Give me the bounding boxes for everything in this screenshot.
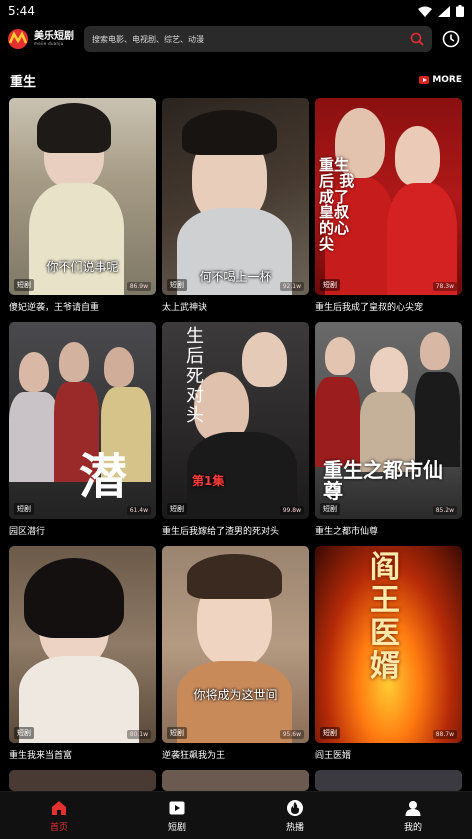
top-bar: 美乐短剧 meile duanju 搜索电影、电视剧、综艺、动漫	[0, 22, 472, 56]
poster-image	[162, 770, 309, 791]
nav-label: 首页	[49, 822, 68, 833]
play-count: 95.6w	[279, 730, 304, 739]
nav-label: 我的	[403, 822, 422, 833]
play-count: 86.9w	[126, 282, 151, 291]
category-badge: 短剧	[167, 727, 187, 739]
poster-image: 你不们说事呢 短剧 86.9w	[9, 98, 156, 295]
poster-subtitle: 你将成为这世间	[193, 688, 278, 702]
drama-card[interactable]: 重生后 我成了皇叔的心尖 短剧 78.3w 重生后我成了皇叔的心尖宠	[315, 98, 462, 313]
drama-card[interactable]: 潜 短剧 61.4w 园区潜行	[9, 322, 156, 537]
poster-title-art: 阎王医婿	[370, 550, 400, 684]
clock-icon	[442, 30, 460, 48]
nav-home[interactable]: 首页	[0, 792, 118, 839]
drama-card[interactable]: 短剧 80.1w 重生我来当首富	[9, 546, 156, 761]
drama-card-partial[interactable]	[162, 770, 309, 791]
poster-image: 重生之都市仙尊 短剧 85.2w	[315, 322, 462, 519]
poster-image: 你将成为这世间 短剧 95.6w	[162, 546, 309, 743]
nav-profile[interactable]: 我的	[354, 792, 472, 839]
bottom-nav: 首页 短剧 热播 我的	[0, 791, 472, 839]
category-badge: 短剧	[320, 279, 340, 291]
drama-card[interactable]: 你将成为这世间 短剧 95.6w 逆袭狂飙我为王	[162, 546, 309, 761]
poster-subtitle: 你不们说事呢	[46, 260, 119, 274]
drama-card[interactable]: 你不们说事呢 短剧 86.9w 傻妃逆袭，王爷请自重	[9, 98, 156, 313]
drama-card[interactable]: 生后 死对头 第1集 短剧 99.8w 重生后我嫁给了渣男的死对头	[162, 322, 309, 537]
card-title: 重生我来当首富	[9, 751, 73, 761]
poster-title-art: 生后 死对头	[186, 326, 204, 427]
wifi-icon	[418, 6, 432, 17]
play-icon	[419, 76, 430, 84]
poster-title-art: 潜	[79, 449, 128, 505]
play-count: 92.1w	[279, 282, 304, 291]
fire-icon	[287, 799, 303, 816]
card-title: 逆袭狂飙我为王	[162, 751, 226, 761]
signal-icon	[438, 5, 450, 17]
battery-icon	[456, 5, 464, 17]
search-placeholder: 搜索电影、电视剧、综艺、动漫	[92, 34, 204, 44]
play-count: 80.1w	[126, 730, 151, 739]
history-button[interactable]	[436, 24, 466, 54]
drama-card-partial[interactable]	[315, 770, 462, 791]
more-button[interactable]: MORE	[419, 75, 462, 85]
nav-label: 短剧	[167, 822, 186, 833]
category-badge: 短剧	[14, 503, 34, 515]
drama-card[interactable]: 阎王医婿 短剧 88.7w 阎王医婿	[315, 546, 462, 761]
drama-card[interactable]: 重生之都市仙尊 短剧 85.2w 重生之都市仙尊	[315, 322, 462, 537]
card-title: 阎王医婿	[315, 751, 352, 761]
poster-image: 生后 死对头 第1集 短剧 99.8w	[162, 322, 309, 519]
search-icon[interactable]	[410, 32, 424, 46]
drama-card-partial[interactable]	[9, 770, 156, 791]
section-title: 重生	[10, 74, 37, 90]
poster-image: 潜 短剧 61.4w	[9, 322, 156, 519]
search-bar[interactable]: 搜索电影、电视剧、综艺、动漫	[84, 26, 432, 52]
poster-image: 重生后 我成了皇叔的心尖 短剧 78.3w	[315, 98, 462, 295]
poster-image: 何不喝上一杯 短剧 92.1w	[162, 98, 309, 295]
category-badge: 短剧	[167, 503, 187, 515]
card-title: 傻妃逆袭，王爷请自重	[9, 303, 100, 313]
poster-subtitle: 第1集	[192, 474, 225, 488]
home-icon	[52, 800, 66, 815]
app-logo[interactable]: 美乐短剧 meile duanju	[6, 28, 80, 50]
play-count: 85.2w	[432, 506, 457, 515]
card-title: 太上武神诀	[162, 303, 208, 313]
poster-title-art: 重生后 我成了皇叔的心尖	[319, 156, 355, 253]
card-title: 重生后我嫁给了渣男的死对头	[162, 527, 280, 537]
category-badge: 短剧	[320, 727, 340, 739]
section-header: 重生 MORE	[0, 66, 472, 94]
status-icons	[418, 5, 464, 17]
category-badge: 短剧	[167, 279, 187, 291]
poster-image	[315, 770, 462, 791]
category-badge: 短剧	[14, 727, 34, 739]
play-count: 61.4w	[126, 506, 151, 515]
logo-icon	[8, 29, 28, 49]
nav-short-drama[interactable]: 短剧	[118, 792, 236, 839]
play-count: 99.8w	[279, 506, 304, 515]
card-title: 重生后我成了皇叔的心尖宠	[315, 303, 424, 313]
play-count: 78.3w	[432, 282, 457, 291]
card-title: 重生之都市仙尊	[315, 527, 379, 537]
status-bar: 5:44	[0, 0, 472, 22]
nav-label: 热播	[285, 822, 304, 833]
category-badge: 短剧	[320, 503, 340, 515]
user-icon	[405, 800, 421, 816]
poster-title-art: 重生之都市仙尊	[323, 458, 443, 503]
poster-image	[9, 770, 156, 791]
poster-image: 短剧 80.1w	[9, 546, 156, 743]
play-box-icon	[169, 801, 185, 814]
poster-image: 阎王医婿 短剧 88.7w	[315, 546, 462, 743]
nav-trending[interactable]: 热播	[236, 792, 354, 839]
logo-subtext: meile duanju	[34, 41, 64, 46]
drama-card[interactable]: 何不喝上一杯 短剧 92.1w 太上武神诀	[162, 98, 309, 313]
card-title: 园区潜行	[9, 527, 46, 537]
play-count: 88.7w	[432, 730, 457, 739]
status-time: 5:44	[8, 4, 35, 18]
category-badge: 短剧	[14, 279, 34, 291]
more-label: MORE	[432, 75, 462, 85]
